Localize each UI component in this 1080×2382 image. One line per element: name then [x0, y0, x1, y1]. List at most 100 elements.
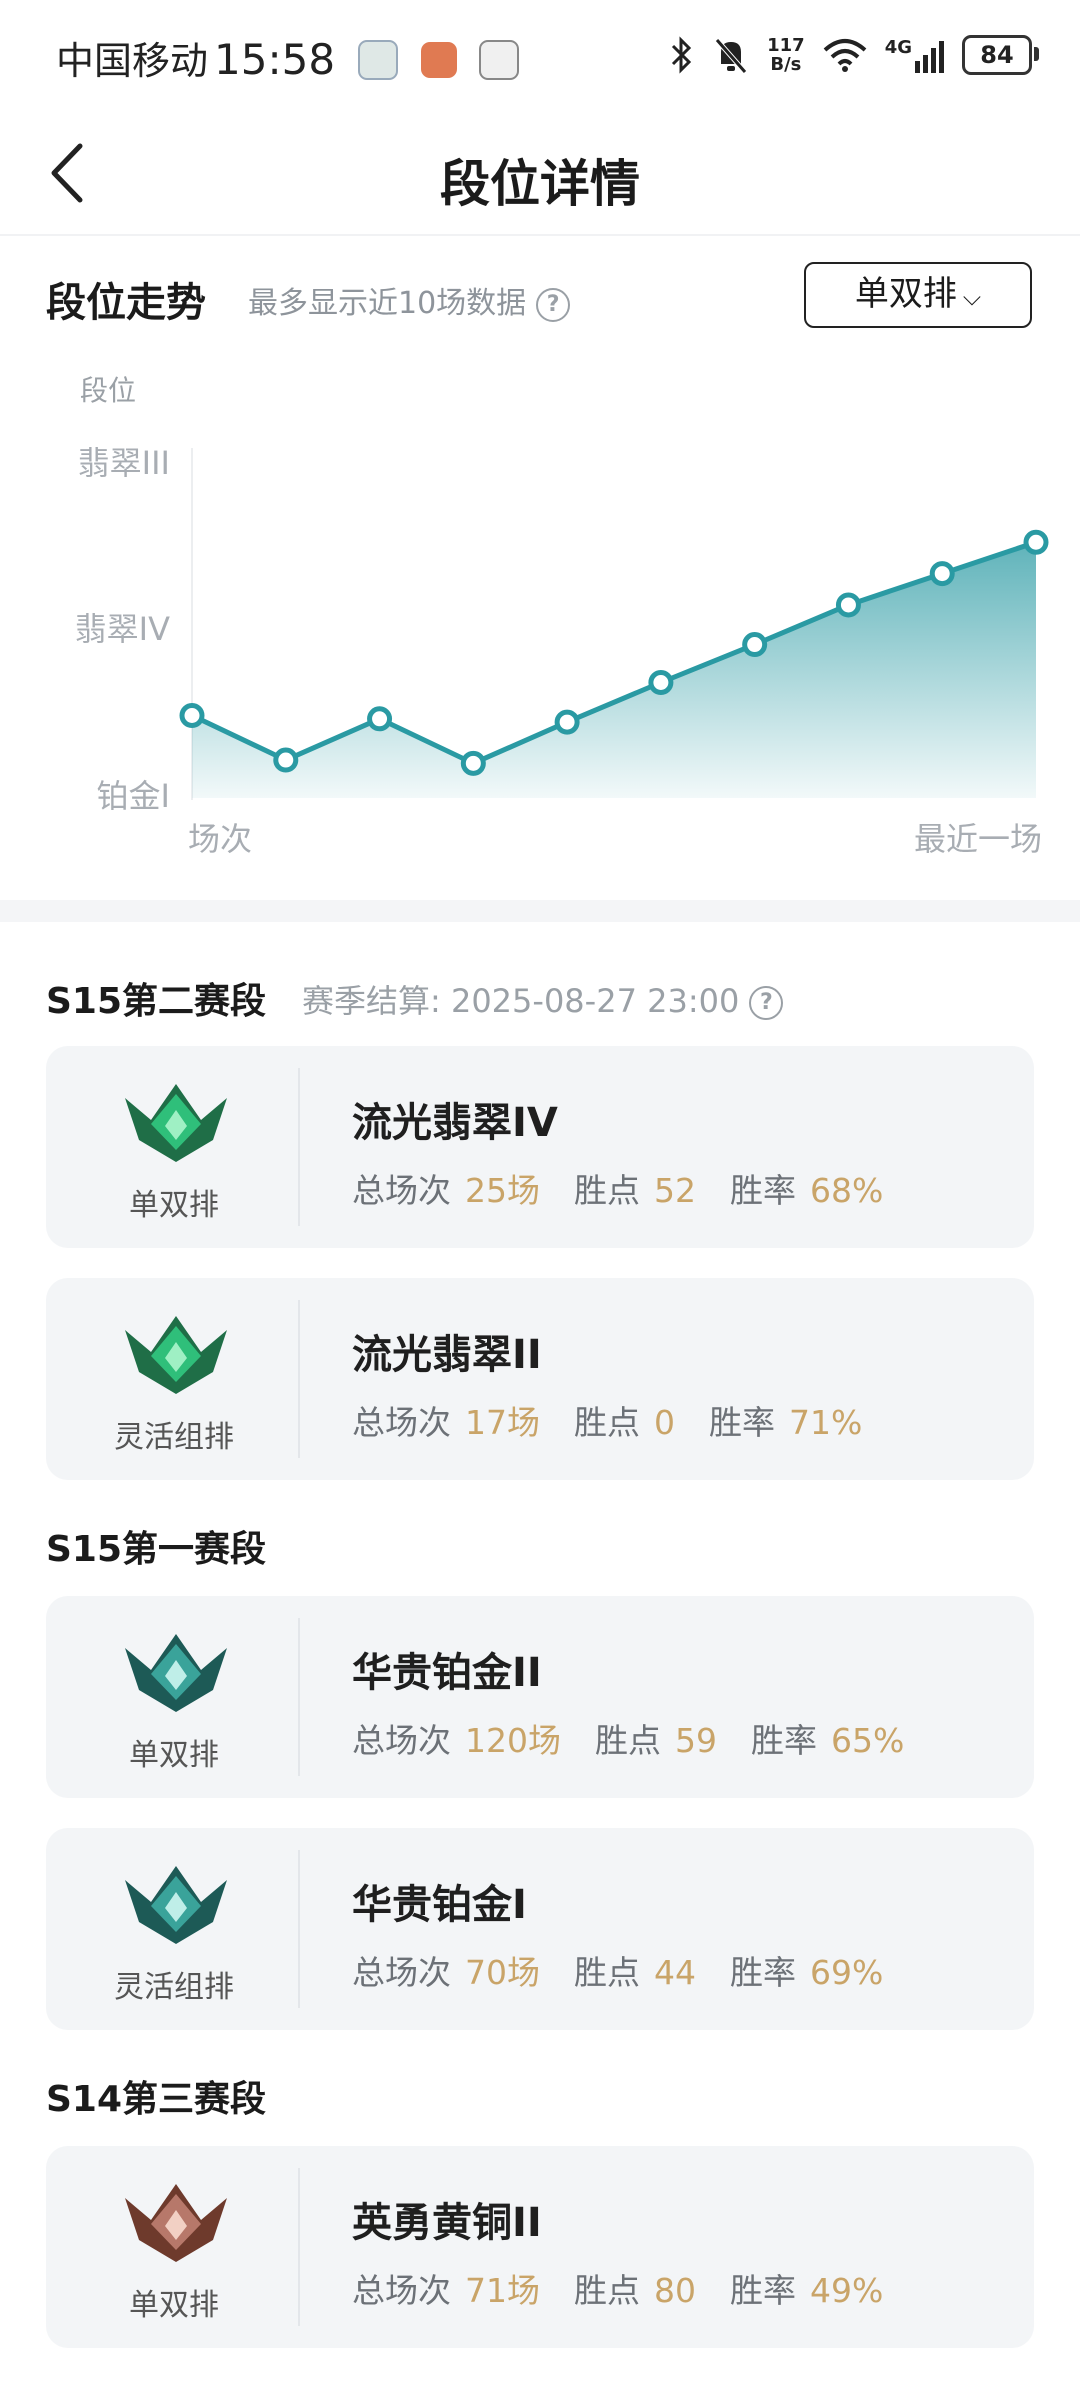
rank-card[interactable]: 单双排 英勇黄铜II 总场次 71场 胜点 80 胜率 49% — [46, 2146, 1034, 2348]
season-title: S14第三赛段 — [46, 2079, 267, 2120]
net-speed-value: 117 — [767, 35, 805, 56]
lp-value: 44 — [654, 1953, 696, 1992]
queue-type-label: 单双排 — [129, 2288, 219, 2323]
winrate-value: 69% — [810, 1953, 884, 1992]
rank-name: 流光翡翠II — [352, 1332, 542, 1378]
lp-value: 59 — [675, 1721, 717, 1760]
battery-icon: 84 — [962, 35, 1039, 75]
wifi-icon — [823, 39, 867, 72]
trend-hint: 最多显示近10场数据? — [248, 278, 571, 322]
trend-point — [742, 632, 768, 658]
queue-type-label: 灵活组排 — [114, 1420, 234, 1455]
season-title: S15第二赛段 — [46, 981, 267, 1022]
rank-trend-chart: 段位 翡翠III 翡翠IV 铂金I 场次 最近一场 — [75, 374, 1049, 858]
trend-area — [192, 542, 1036, 798]
trend-point — [367, 706, 393, 732]
rank-card[interactable]: 单双排 流光翡翠IV 总场次 25场 胜点 52 胜率 68% — [46, 1046, 1034, 1248]
trend-point — [648, 670, 674, 695]
rank-stats: 总场次 120场 胜点 59 胜率 65% — [352, 1714, 938, 1762]
rank-stats: 总场次 25场 胜点 52 胜率 68% — [352, 1164, 917, 1212]
section-divider — [0, 900, 1080, 922]
chevron-down-icon: ⌵ — [962, 283, 982, 311]
queue-type-label: 单双排 — [129, 1188, 219, 1223]
top-nav-bar: 段位详情 — [0, 110, 1080, 236]
platinum-emblem-icon — [125, 1634, 227, 1712]
network-type: 4G — [884, 37, 912, 58]
app-notification-icon — [357, 40, 398, 80]
winrate-label: 胜率 — [730, 1171, 796, 1210]
rank-card[interactable]: 单双排 华贵铂金II 总场次 120场 胜点 59 胜率 65% — [46, 1596, 1034, 1798]
card-separator — [298, 2168, 300, 2326]
games-label: 总场次 — [352, 1171, 451, 1210]
rank-name: 英勇黄铜II — [352, 2200, 542, 2246]
trend-point — [929, 561, 955, 587]
lp-value: 0 — [654, 1403, 675, 1442]
trend-section-title: 段位走势 — [46, 280, 206, 326]
rank-name: 流光翡翠IV — [352, 1100, 558, 1146]
status-bar: 中国移动 15:58 117 B/s 4G 84 — [0, 0, 1080, 110]
status-right: 117 B/s 4G 84 — [669, 32, 1039, 78]
trend-point — [1023, 529, 1049, 555]
clock: 15:58 — [214, 35, 336, 84]
lp-label: 胜点 — [574, 1953, 640, 1992]
winrate-value: 65% — [831, 1721, 905, 1760]
x-end-label: 最近一场 — [914, 820, 1042, 858]
rank-name: 华贵铂金I — [352, 1882, 527, 1928]
lp-label: 胜点 — [574, 1171, 640, 1210]
carrier-label: 中国移动 — [56, 39, 209, 83]
y-tick-label: 翡翠IV — [75, 610, 170, 648]
platinum-emblem-icon — [125, 1866, 227, 1944]
winrate-label: 胜率 — [709, 1403, 775, 1442]
queue-select-value: 单双排 — [854, 274, 957, 314]
y-tick-label: 翡翠III — [78, 444, 170, 482]
x-start-label: 场次 — [188, 820, 252, 858]
games-value: 25场 — [465, 1171, 540, 1210]
trend-point — [554, 709, 580, 735]
card-separator — [298, 1068, 300, 1226]
games-label: 总场次 — [352, 1403, 451, 1442]
net-speed: 117 B/s — [767, 36, 805, 74]
trend-point — [460, 750, 486, 776]
rank-card[interactable]: 灵活组排 华贵铂金I 总场次 70场 胜点 44 胜率 69% — [46, 1828, 1034, 2030]
trend-point — [835, 592, 861, 618]
cellular-signal-icon: 4G — [885, 37, 944, 73]
games-label: 总场次 — [352, 2271, 451, 2310]
lp-value: 80 — [654, 2271, 696, 2310]
winrate-label: 胜率 — [751, 1721, 817, 1760]
card-separator — [298, 1850, 300, 2008]
y-tick-label: 铂金I — [97, 777, 170, 815]
winrate-value: 49% — [810, 2271, 884, 2310]
games-value: 120场 — [465, 1721, 561, 1760]
season-settlement-text: 赛季结算: 2025-08-27 23:00 — [302, 982, 740, 1020]
bluetooth-icon — [672, 36, 692, 74]
help-icon[interactable]: ? — [749, 986, 784, 1020]
queue-type-label: 单双排 — [129, 1738, 219, 1773]
y-axis-title: 段位 — [80, 374, 136, 407]
trend-point — [273, 747, 299, 773]
games-value: 71场 — [465, 2271, 540, 2310]
mute-bell-icon — [715, 38, 747, 74]
rank-name: 华贵铂金II — [352, 1650, 542, 1696]
games-label: 总场次 — [352, 1721, 451, 1760]
rank-stats: 总场次 70场 胜点 44 胜率 69% — [352, 1946, 917, 1994]
page-title: 段位详情 — [440, 155, 640, 213]
games-value: 17场 — [465, 1403, 540, 1442]
trend-hint-text: 最多显示近10场数据 — [248, 286, 527, 321]
winrate-value: 71% — [789, 1403, 863, 1442]
status-left: 中国移动 15:58 — [56, 30, 520, 85]
lp-value: 52 — [654, 1171, 696, 1210]
rank-stats: 总场次 17场 胜点 0 胜率 71% — [352, 1396, 896, 1444]
emerald-emblem-icon — [125, 1084, 227, 1162]
rank-card[interactable]: 灵活组排 流光翡翠II 总场次 17场 胜点 0 胜率 71% — [46, 1278, 1034, 1480]
games-value: 70场 — [465, 1953, 540, 1992]
season-settlement-note: 赛季结算: 2025-08-27 23:00? — [302, 976, 784, 1022]
lp-label: 胜点 — [574, 1403, 640, 1442]
help-icon[interactable]: ? — [536, 287, 571, 322]
app-notification-icon — [479, 40, 520, 80]
queue-select-dropdown[interactable]: 单双排 ⌵ — [804, 262, 1032, 328]
games-label: 总场次 — [352, 1953, 451, 1992]
rank-stats: 总场次 71场 胜点 80 胜率 49% — [352, 2264, 917, 2312]
winrate-label: 胜率 — [730, 1953, 796, 1992]
winrate-label: 胜率 — [730, 2271, 796, 2310]
lp-label: 胜点 — [595, 1721, 661, 1760]
